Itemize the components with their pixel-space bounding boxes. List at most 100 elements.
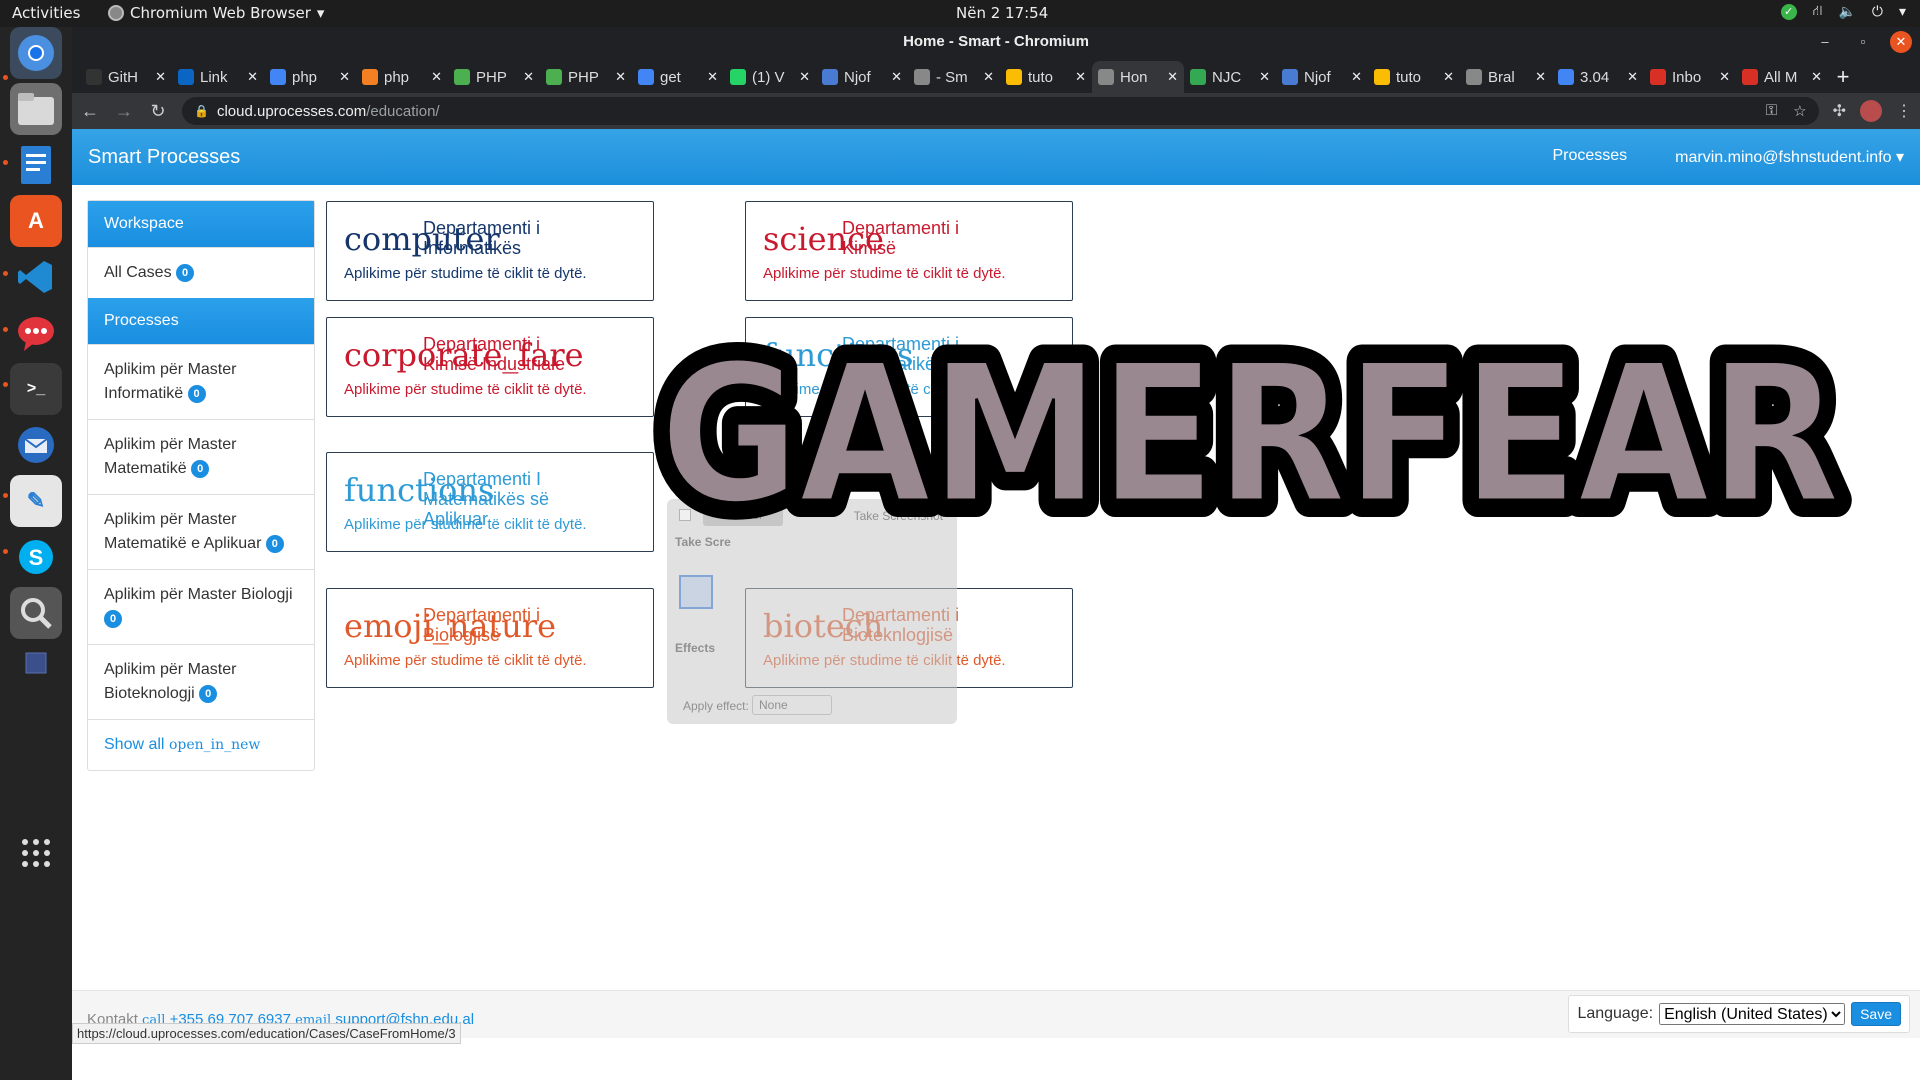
close-icon[interactable]: ✕ — [1890, 31, 1912, 53]
watermark-text: GAMERFEAR — [660, 324, 1840, 545]
browser-tab[interactable]: get ✕ — [632, 61, 724, 93]
show-applications-icon[interactable] — [10, 827, 62, 879]
effect-select[interactable]: None — [752, 695, 832, 715]
tab-close-icon[interactable]: ✕ — [247, 69, 258, 85]
system-tray[interactable]: ✓ ⛙ 🔈 ⏻ ▾ — [1780, 3, 1906, 21]
sidebar-process-item[interactable]: Aplikim për Master Matematikë 0 — [88, 419, 314, 494]
sidebar-process-item[interactable]: Aplikim për Master Informatikë 0 — [88, 344, 314, 419]
volume-icon[interactable]: 🔈 — [1838, 4, 1855, 20]
thunderbird-dock-icon[interactable] — [10, 419, 62, 471]
files-dock-icon[interactable] — [10, 83, 62, 135]
tab-close-icon[interactable]: ✕ — [155, 69, 166, 85]
tab-close-icon[interactable]: ✕ — [1719, 69, 1730, 85]
tab-close-icon[interactable]: ✕ — [615, 69, 626, 85]
show-all-link[interactable]: Show all open_in_new — [88, 719, 314, 770]
tab-close-icon[interactable]: ✕ — [523, 69, 534, 85]
process-card[interactable]: functions Departamenti I Matematikës së A… — [326, 452, 654, 552]
screenshot-dock-icon[interactable] — [10, 587, 62, 639]
browser-tab[interactable]: PHP ✕ — [540, 61, 632, 93]
app-menu[interactable]: Chromium Web Browser ▾ — [108, 4, 324, 22]
chevron-down-icon[interactable]: ▾ — [1899, 4, 1906, 20]
address-bar[interactable]: 🔒 cloud.uprocesses.com/education/ ⚿ ☆ — [182, 97, 1819, 125]
browser-tab[interactable]: GitH ✕ — [80, 61, 172, 93]
maximize-icon[interactable]: ▫ — [1852, 31, 1874, 53]
sidebar: Workspace All Cases 0 Processes Aplikim … — [87, 200, 315, 771]
profile-avatar[interactable] — [1860, 100, 1882, 122]
tab-favicon-icon — [362, 69, 378, 85]
process-card[interactable]: emoji_nature Departamenti i Biologjisë Apl… — [326, 588, 654, 688]
tab-close-icon[interactable]: ✕ — [1627, 69, 1638, 85]
tab-close-icon[interactable]: ✕ — [707, 69, 718, 85]
workspace-dock-icon[interactable] — [10, 637, 62, 689]
menu-dots-icon[interactable]: ⋮ — [1896, 101, 1912, 121]
tab-close-icon[interactable]: ✕ — [1259, 69, 1270, 85]
browser-tab[interactable]: Hon ✕ — [1092, 61, 1184, 93]
forward-icon[interactable]: → — [114, 101, 134, 122]
process-card[interactable]: computer Departamenti i Informatikës Aplik… — [326, 201, 654, 301]
activities-button[interactable]: Activities — [12, 4, 80, 22]
browser-tab[interactable]: Inbo ✕ — [1644, 61, 1736, 93]
browser-tab[interactable]: Njof ✕ — [816, 61, 908, 93]
new-tab-icon[interactable]: + — [1828, 61, 1858, 93]
nav-processes[interactable]: Processes — [1552, 147, 1627, 167]
browser-tab[interactable]: Njof ✕ — [1276, 61, 1368, 93]
tab-close-icon[interactable]: ✕ — [799, 69, 810, 85]
browser-tab[interactable]: Link ✕ — [172, 61, 264, 93]
browser-tab[interactable]: All M ✕ — [1736, 61, 1828, 93]
user-menu[interactable]: marvin.mino@fshnstudent.info ▾ — [1675, 147, 1904, 167]
text-editor-dock-icon[interactable]: ✎ — [10, 475, 62, 527]
browser-tab[interactable]: tuto ✕ — [1000, 61, 1092, 93]
clock[interactable]: Nën 2 17:54 — [956, 4, 1048, 22]
bookmark-star-icon[interactable]: ☆ — [1793, 102, 1806, 120]
key-icon[interactable]: ⚿ — [1766, 102, 1777, 120]
browser-tab[interactable]: NJC ✕ — [1184, 61, 1276, 93]
chat-dock-icon[interactable] — [10, 307, 62, 359]
sidebar-item-label: All Cases — [104, 264, 172, 281]
card-department: Departamenti i Informatikës — [423, 218, 541, 258]
browser-tab[interactable]: PHP ✕ — [448, 61, 540, 93]
sidebar-process-item[interactable]: Aplikim për Master Matematikë e Aplikuar… — [88, 494, 314, 569]
chromium-dock-icon[interactable] — [10, 27, 62, 79]
skype-dock-icon[interactable]: S — [10, 531, 62, 583]
tab-favicon-icon — [914, 69, 930, 85]
sidebar-process-item[interactable]: Aplikim për Master Biologji 0 — [88, 569, 314, 644]
browser-tab[interactable]: tuto ✕ — [1368, 61, 1460, 93]
browser-tab[interactable]: php ✕ — [356, 61, 448, 93]
language-select[interactable]: English (United States) — [1659, 1003, 1846, 1025]
tab-close-icon[interactable]: ✕ — [1443, 69, 1454, 85]
screen-mode-icon[interactable] — [679, 575, 713, 609]
browser-tab[interactable]: (1) V ✕ — [724, 61, 816, 93]
software-center-icon[interactable]: A — [10, 195, 62, 247]
reload-icon[interactable]: ↻ — [148, 101, 168, 122]
tab-close-icon[interactable]: ✕ — [983, 69, 994, 85]
sidebar-item-all-cases[interactable]: All Cases 0 — [88, 247, 314, 298]
sidebar-process-item[interactable]: Aplikim për Master Bioteknologji 0 — [88, 644, 314, 719]
minimize-icon[interactable]: – — [1814, 31, 1836, 53]
power-icon[interactable]: ⏻ — [1872, 4, 1883, 20]
app-brand[interactable]: Smart Processes — [88, 146, 240, 169]
process-card[interactable]: corporate_fare Departamenti i Kimisë Indu… — [326, 317, 654, 417]
tab-close-icon[interactable]: ✕ — [1811, 69, 1822, 85]
browser-tab[interactable]: 3.04 ✕ — [1552, 61, 1644, 93]
tab-close-icon[interactable]: ✕ — [1167, 69, 1178, 85]
terminal-dock-icon[interactable]: >_ — [10, 363, 62, 415]
lock-icon[interactable]: 🔒 — [194, 104, 209, 118]
window-titlebar[interactable]: Home - Smart - Chromium – ▫ ✕ — [72, 27, 1920, 57]
tab-close-icon[interactable]: ✕ — [1075, 69, 1086, 85]
extensions-icon[interactable]: ✣ — [1833, 101, 1846, 121]
tab-close-icon[interactable]: ✕ — [1535, 69, 1546, 85]
tab-close-icon[interactable]: ✕ — [891, 69, 902, 85]
tab-close-icon[interactable]: ✕ — [1351, 69, 1362, 85]
process-card[interactable]: science Departamenti i Kimisë Aplikime për… — [745, 201, 1073, 301]
browser-tab[interactable]: php ✕ — [264, 61, 356, 93]
browser-tab[interactable]: - Sm ✕ — [908, 61, 1000, 93]
browser-tab[interactable]: Bral ✕ — [1460, 61, 1552, 93]
tab-close-icon[interactable]: ✕ — [431, 69, 442, 85]
tab-close-icon[interactable]: ✕ — [339, 69, 350, 85]
vscode-dock-icon[interactable] — [10, 251, 62, 303]
writer-dock-icon[interactable] — [10, 139, 62, 191]
network-icon[interactable]: ⛙ — [1813, 3, 1823, 21]
back-icon[interactable]: ← — [80, 101, 100, 122]
save-button[interactable]: Save — [1851, 1002, 1901, 1026]
update-icon[interactable]: ✓ — [1780, 4, 1797, 20]
